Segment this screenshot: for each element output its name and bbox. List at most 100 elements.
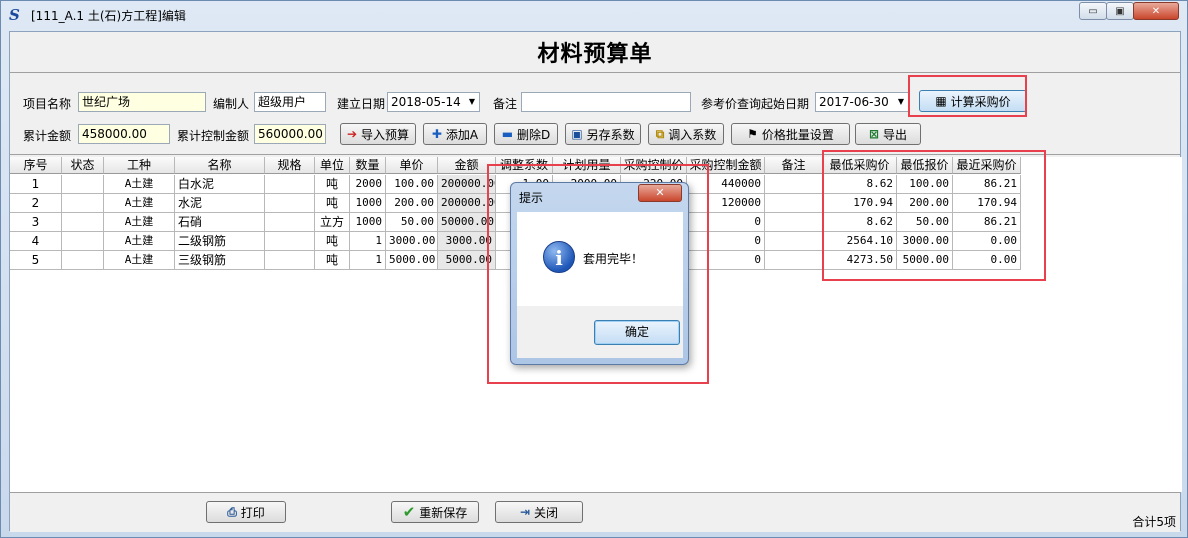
close-window-button[interactable]: ✕ (1133, 2, 1179, 20)
cell-spec[interactable] (265, 175, 315, 194)
cell-lowest-quote[interactable]: 3000.00 (897, 232, 953, 251)
cell-seq[interactable]: 5 (10, 251, 62, 270)
cell-unit[interactable]: 吨 (315, 232, 350, 251)
cell-amount[interactable]: 200000.00 (438, 194, 496, 213)
total-amount-field[interactable]: 458000.00 (78, 124, 170, 144)
cell-unit[interactable]: 吨 (315, 194, 350, 213)
import-budget-button[interactable]: ➔ 导入预算 (340, 123, 416, 145)
dialog-close-button[interactable]: ✕ (638, 184, 682, 202)
column-header-remark[interactable]: 备注 (765, 157, 823, 174)
load-coeff-button[interactable]: ⧉ 调入系数 (648, 123, 724, 145)
chevron-down-icon[interactable]: ▼ (465, 93, 479, 111)
column-header-seq[interactable]: 序号 (10, 157, 62, 174)
delete-button[interactable]: ▬ 删除D (494, 123, 558, 145)
cell-name[interactable]: 白水泥 (175, 175, 265, 194)
cell-amount[interactable]: 200000.00 (438, 175, 496, 194)
export-button[interactable]: ⊠ 导出 (855, 123, 921, 145)
ref-date-field[interactable]: 2017-06-30 ▼ (815, 92, 909, 112)
cell-status[interactable] (62, 194, 104, 213)
cell-remark[interactable] (765, 232, 823, 251)
cell-trade[interactable]: A土建 (104, 251, 175, 270)
maximize-button[interactable]: ▣ (1106, 2, 1134, 20)
column-header-qty[interactable]: 数量 (350, 157, 386, 174)
cell-name[interactable]: 水泥 (175, 194, 265, 213)
batch-price-button[interactable]: ⚑ 价格批量设置 (731, 123, 850, 145)
column-header-status[interactable]: 状态 (62, 157, 104, 174)
column-header-latest-purchase-price[interactable]: 最近采购价 (953, 157, 1021, 174)
cell-amount[interactable]: 50000.00 (438, 213, 496, 232)
cell-seq[interactable]: 2 (10, 194, 62, 213)
cell-amount[interactable]: 3000.00 (438, 232, 496, 251)
created-date-field[interactable]: 2018-05-14 ▼ (387, 92, 480, 112)
add-button[interactable]: ✚ 添加A (423, 123, 487, 145)
cell-latest-purchase-price[interactable]: 86.21 (953, 213, 1021, 232)
cell-lowest-quote[interactable]: 5000.00 (897, 251, 953, 270)
cell-purchase-ctrl-amount[interactable]: 0 (687, 232, 765, 251)
cell-remark[interactable] (765, 251, 823, 270)
cell-latest-purchase-price[interactable]: 170.94 (953, 194, 1021, 213)
chevron-down-icon[interactable]: ▼ (894, 93, 908, 111)
cell-spec[interactable] (265, 251, 315, 270)
cell-amount[interactable]: 5000.00 (438, 251, 496, 270)
column-header-name[interactable]: 名称 (175, 157, 265, 174)
cell-seq[interactable]: 3 (10, 213, 62, 232)
cell-name[interactable]: 二级钢筋 (175, 232, 265, 251)
cell-latest-purchase-price[interactable]: 0.00 (953, 232, 1021, 251)
cell-unit-price[interactable]: 200.00 (386, 194, 438, 213)
project-name-field[interactable]: 世纪广场 (78, 92, 206, 112)
cell-status[interactable] (62, 213, 104, 232)
cell-seq[interactable]: 1 (10, 175, 62, 194)
cell-lowest-quote[interactable]: 200.00 (897, 194, 953, 213)
cell-trade[interactable]: A土建 (104, 194, 175, 213)
column-header-unit-price[interactable]: 单价 (386, 157, 438, 174)
column-header-amount[interactable]: 金额 (438, 157, 496, 174)
cell-lowest-purchase-price[interactable]: 4273.50 (823, 251, 897, 270)
resave-button[interactable]: ✔ 重新保存 (391, 501, 479, 523)
column-header-purchase-ctrl-amount[interactable]: 采购控制金额 (687, 157, 765, 174)
cell-qty[interactable]: 1 (350, 232, 386, 251)
column-header-adjust-coeff[interactable]: 调整系数 (496, 157, 553, 174)
cell-trade[interactable]: A土建 (104, 213, 175, 232)
cell-unit-price[interactable]: 3000.00 (386, 232, 438, 251)
cell-trade[interactable]: A土建 (104, 232, 175, 251)
cell-qty[interactable]: 1000 (350, 213, 386, 232)
cell-status[interactable] (62, 251, 104, 270)
cell-purchase-ctrl-amount[interactable]: 440000 (687, 175, 765, 194)
cell-qty[interactable]: 1 (350, 251, 386, 270)
cell-lowest-purchase-price[interactable]: 8.62 (823, 213, 897, 232)
column-header-purchase-ctrl-price[interactable]: 采购控制价 (621, 157, 687, 174)
cell-purchase-ctrl-amount[interactable]: 120000 (687, 194, 765, 213)
save-coeff-button[interactable]: ▣ 另存系数 (565, 123, 641, 145)
cell-unit[interactable]: 吨 (315, 175, 350, 194)
cell-remark[interactable] (765, 175, 823, 194)
cell-unit[interactable]: 立方 (315, 213, 350, 232)
cell-qty[interactable]: 1000 (350, 194, 386, 213)
cell-spec[interactable] (265, 213, 315, 232)
cell-lowest-purchase-price[interactable]: 170.94 (823, 194, 897, 213)
cell-purchase-ctrl-amount[interactable]: 0 (687, 251, 765, 270)
column-header-spec[interactable]: 规格 (265, 157, 315, 174)
ctrl-total-field[interactable]: 560000.00 (254, 124, 326, 144)
cell-latest-purchase-price[interactable]: 0.00 (953, 251, 1021, 270)
ok-button[interactable]: 确定 (594, 320, 680, 345)
cell-status[interactable] (62, 175, 104, 194)
cell-lowest-quote[interactable]: 100.00 (897, 175, 953, 194)
print-button[interactable]: ⎙ 打印 (206, 501, 286, 523)
cell-unit-price[interactable]: 100.00 (386, 175, 438, 194)
cell-unit-price[interactable]: 5000.00 (386, 251, 438, 270)
cell-latest-purchase-price[interactable]: 86.21 (953, 175, 1021, 194)
cell-qty[interactable]: 2000 (350, 175, 386, 194)
minimize-button[interactable]: ▭ (1079, 2, 1107, 20)
cell-spec[interactable] (265, 194, 315, 213)
cell-seq[interactable]: 4 (10, 232, 62, 251)
cell-remark[interactable] (765, 213, 823, 232)
cell-purchase-ctrl-amount[interactable]: 0 (687, 213, 765, 232)
column-header-lowest-quote[interactable]: 最低报价 (897, 157, 953, 174)
cell-name[interactable]: 三级钢筋 (175, 251, 265, 270)
cell-name[interactable]: 石硝 (175, 213, 265, 232)
cell-remark[interactable] (765, 194, 823, 213)
note-field[interactable] (521, 92, 691, 112)
close-button[interactable]: ⇥ 关闭 (495, 501, 583, 523)
cell-lowest-purchase-price[interactable]: 2564.10 (823, 232, 897, 251)
column-header-planned-qty[interactable]: 计划用量 (553, 157, 621, 174)
